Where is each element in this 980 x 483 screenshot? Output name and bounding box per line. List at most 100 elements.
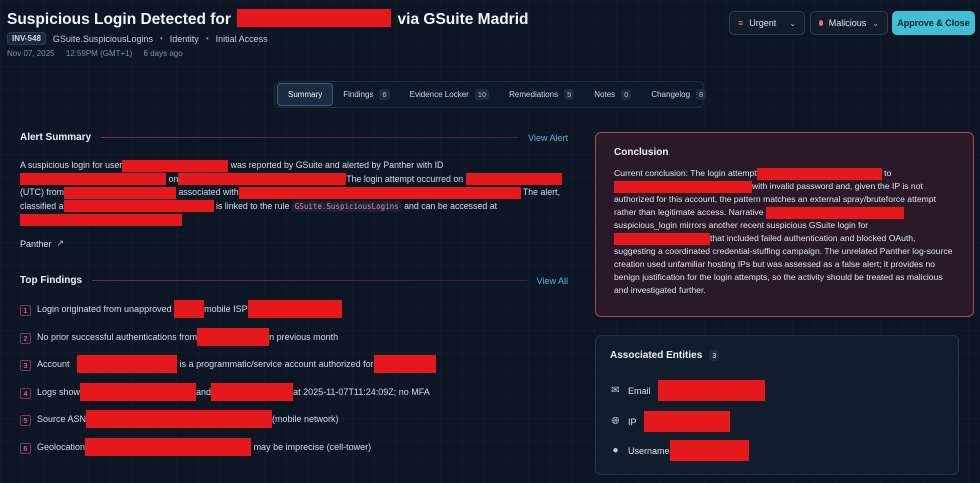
- incident-meta: INV-548 GSuite.SuspiciousLogins • Identi…: [7, 32, 268, 45]
- redacted-username: [237, 9, 392, 28]
- redacted-value: [86, 410, 273, 428]
- tab-label: Notes: [594, 90, 616, 99]
- conclusion-title: Conclusion: [614, 147, 669, 158]
- redacted-value: [85, 437, 252, 456]
- tab-summary[interactable]: Summary: [277, 83, 334, 106]
- separator-dot: •: [205, 34, 209, 43]
- incident-time: 12:59PM (GMT+1): [65, 49, 133, 58]
- redacted-value: [63, 186, 176, 199]
- summary-text: is linked to the rule: [215, 200, 290, 211]
- redacted-value: [63, 200, 214, 213]
- urgent-chevrons-icon: ≡: [738, 18, 744, 28]
- redacted-value: [756, 167, 882, 180]
- summary-text: and can be accessed at: [404, 200, 498, 211]
- conclusion-fragment: suspicious_login mirrors another recent …: [614, 220, 869, 230]
- summary-text: on: [168, 173, 179, 184]
- entities-count: 3: [709, 350, 720, 361]
- alert-summary-header: Alert Summary View Alert: [20, 132, 568, 143]
- incident-date: Nov 07, 2025: [7, 49, 55, 58]
- title-suffix: via GSuite Madrid: [397, 11, 529, 28]
- finding-text: is a programmatic/service account author…: [179, 359, 374, 369]
- finding-text: Login originated from unapproved: [37, 304, 172, 314]
- redacted-value: [657, 380, 765, 401]
- finding-number: 1: [20, 305, 31, 316]
- tab-label: Findings: [343, 90, 374, 99]
- finding-text: Source ASN: [37, 414, 87, 424]
- finding-number: 4: [20, 387, 31, 399]
- entities-title: Associated Entities 3: [610, 350, 944, 361]
- verdict-dropdown[interactable]: Malicious ⌄: [810, 11, 888, 35]
- conclusion-fragment: Current conclusion: The login attempt: [614, 168, 757, 178]
- tab-label: Evidence Locker: [409, 90, 469, 99]
- user-icon: ●: [612, 445, 619, 456]
- tab-count: 8: [696, 89, 707, 100]
- tab-count: 10: [474, 89, 490, 100]
- redacted-value: [643, 411, 730, 432]
- findings-list: 1 Login originated from unapproved mobil…: [20, 300, 580, 470]
- finding-number: 3: [20, 360, 31, 371]
- redacted-value: [174, 300, 205, 318]
- summary-text: A suspicious login for user: [20, 160, 123, 170]
- finding-text: mobile ISP: [204, 304, 248, 314]
- section-title: Alert Summary: [20, 132, 92, 143]
- view-alert-link[interactable]: View Alert: [528, 133, 568, 143]
- entity-label: IP: [628, 416, 637, 427]
- tab-notes[interactable]: Notes 0: [584, 83, 641, 106]
- page-title: Suspicious Login Detected for via GSuite…: [7, 9, 529, 29]
- redacted-value: [614, 180, 752, 193]
- tab-changelog[interactable]: Changelog 8: [641, 83, 716, 106]
- tactic-label: Initial Access: [215, 33, 268, 44]
- redacted-value: [122, 159, 229, 172]
- finding-number: 5: [20, 415, 31, 426]
- finding-text: (mobile network): [272, 414, 339, 424]
- redacted-value: [178, 173, 347, 186]
- entity-label: Email: [628, 385, 651, 396]
- entity-label: Username: [628, 445, 670, 456]
- section-title: Top Findings: [20, 275, 83, 286]
- rule-code: GSuite.SuspiciousLogins: [291, 200, 402, 212]
- tab-remediations[interactable]: Remediations 5: [499, 83, 584, 106]
- entities-heading: Associated Entities: [610, 350, 703, 361]
- category-label: Identity: [169, 33, 199, 44]
- globe-icon: 🌐︎: [611, 416, 620, 427]
- source-link-label: Panther: [20, 238, 52, 249]
- tab-findings[interactable]: Findings 6: [333, 83, 399, 106]
- finding-item[interactable]: 6 Geolocation may be imprecise (cell-tow…: [20, 437, 580, 470]
- tab-evidence-locker[interactable]: Evidence Locker 10: [400, 83, 500, 106]
- summary-text: was reported by GSuite and alerted by Pa…: [230, 160, 444, 170]
- verdict-label: Malicious: [828, 18, 867, 28]
- severity-label: Urgent: [749, 18, 777, 28]
- chevron-down-icon: ⌄: [872, 18, 879, 28]
- tab-bar: Summary Findings 6 Evidence Locker 10 Re…: [274, 81, 707, 108]
- view-all-link[interactable]: View All: [537, 276, 568, 286]
- finding-item[interactable]: 1 Login originated from unapproved mobil…: [20, 300, 580, 332]
- associated-entities-card: Associated Entities 3 ✉ Email 🌐︎ IP ● Us…: [595, 335, 959, 475]
- panther-source-link[interactable]: Panther ↗: [20, 238, 64, 249]
- conclusion-text: Current conclusion: The login attempt to…: [614, 167, 955, 297]
- rule-name: GSuite.SuspiciousLogins: [52, 33, 153, 44]
- tab-label: Remediations: [509, 90, 559, 99]
- divider: [101, 137, 519, 138]
- finding-text: Geolocation: [37, 441, 86, 452]
- finding-text: may be imprecise (cell-tower): [253, 441, 372, 452]
- summary-text: (UTC) from: [20, 187, 64, 197]
- entity-email[interactable]: ✉ Email: [610, 380, 765, 401]
- redacted-value: [373, 355, 436, 373]
- separator-dot: •: [159, 34, 163, 43]
- alert-summary-text: A suspicious login for user was reported…: [20, 159, 580, 227]
- summary-text: The alert,: [522, 187, 561, 197]
- redacted-value: [238, 186, 521, 199]
- finding-text: No prior successful authentications from: [37, 331, 198, 342]
- redacted-value: [77, 355, 178, 373]
- entity-username[interactable]: ● Username: [610, 440, 749, 461]
- finding-text: and: [196, 386, 212, 397]
- redacted-value: [465, 173, 562, 186]
- redacted-value: [765, 206, 904, 219]
- conclusion-card: Conclusion Current conclusion: The login…: [595, 132, 974, 317]
- entity-ip[interactable]: 🌐︎ IP: [610, 411, 730, 432]
- redacted-value: [80, 382, 197, 401]
- approve-close-button[interactable]: Approve & Close: [892, 11, 975, 35]
- severity-dropdown[interactable]: ≡ Urgent ⌄: [729, 11, 805, 35]
- tab-count: 6: [379, 89, 390, 100]
- summary-text: The login attempt occurred on: [346, 173, 464, 184]
